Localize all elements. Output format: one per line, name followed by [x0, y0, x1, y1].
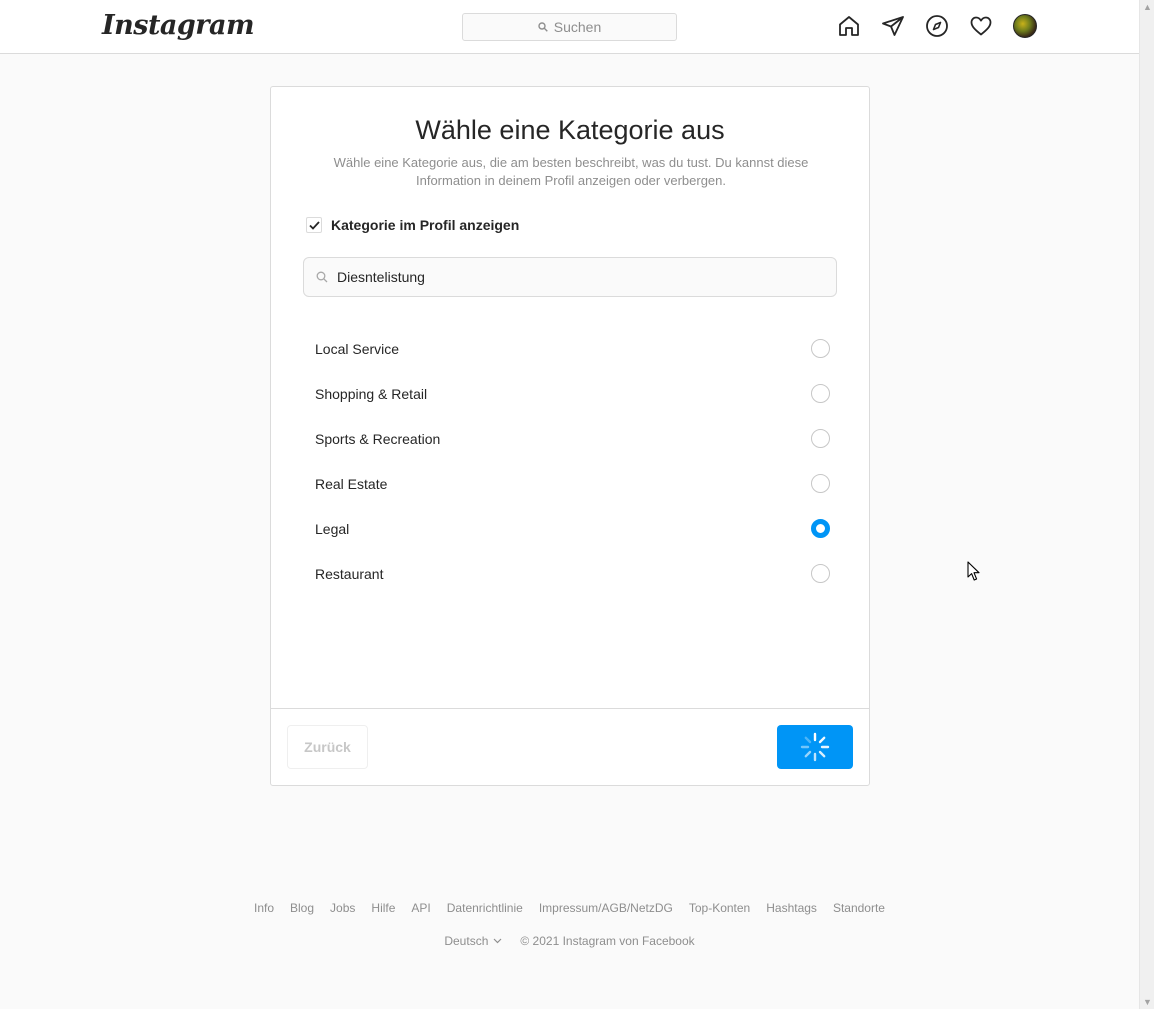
- explore-compass-icon[interactable]: [925, 14, 949, 38]
- category-option-local-service[interactable]: Local Service: [303, 326, 837, 371]
- card-footer: Zurück: [271, 708, 869, 785]
- mouse-pointer-icon: [967, 561, 980, 581]
- category-option-restaurant[interactable]: Restaurant: [303, 551, 837, 596]
- search-icon: [538, 22, 548, 32]
- search-placeholder: Suchen: [553, 19, 602, 35]
- footer-link-hilfe[interactable]: Hilfe: [371, 901, 395, 915]
- language-selector[interactable]: Deutsch: [444, 934, 502, 948]
- footer-link-datenrichtlinie[interactable]: Datenrichtlinie: [447, 901, 523, 915]
- back-button[interactable]: Zurück: [287, 725, 368, 769]
- option-label: Sports & Recreation: [315, 430, 441, 447]
- footer-link-blog[interactable]: Blog: [290, 901, 314, 915]
- footer-link-top-konten[interactable]: Top-Konten: [689, 901, 750, 915]
- option-label: Legal: [315, 520, 350, 537]
- show-category-checkbox[interactable]: [306, 217, 322, 233]
- category-option-legal[interactable]: Legal: [303, 506, 837, 551]
- footer-link-info[interactable]: Info: [254, 901, 274, 915]
- loading-spinner-icon: [800, 732, 830, 762]
- language-label: Deutsch: [444, 934, 489, 948]
- next-button-loading[interactable]: [777, 725, 853, 769]
- option-label: Real Estate: [315, 475, 388, 492]
- search-icon: [316, 271, 328, 283]
- show-category-label: Kategorie im Profil anzeigen: [331, 217, 520, 233]
- footer-link-jobs[interactable]: Jobs: [330, 901, 355, 915]
- direct-message-icon[interactable]: [881, 14, 905, 38]
- footer-link-impressum[interactable]: Impressum/AGB/NetzDG: [539, 901, 673, 915]
- footer-meta: Deutsch © 2021 Instagram von Facebook: [0, 934, 1139, 948]
- home-icon[interactable]: [837, 14, 861, 38]
- radio-button[interactable]: [811, 429, 830, 448]
- card-title: Wähle eine Kategorie aus: [415, 115, 725, 145]
- footer-link-api[interactable]: API: [411, 901, 430, 915]
- category-search-field[interactable]: [303, 257, 837, 297]
- vertical-scrollbar[interactable]: ▲ ▼: [1139, 0, 1154, 1009]
- instagram-logo[interactable]: Instagram: [102, 10, 255, 41]
- search-input[interactable]: Suchen: [462, 13, 677, 41]
- category-selection-card: Wähle eine Kategorie aus Wähle eine Kate…: [270, 86, 870, 786]
- show-category-toggle[interactable]: Kategorie im Profil anzeigen: [306, 217, 519, 233]
- scroll-up-icon[interactable]: ▲: [1143, 2, 1152, 12]
- radio-button[interactable]: [811, 339, 830, 358]
- heart-icon[interactable]: [969, 14, 993, 38]
- radio-button[interactable]: [811, 564, 830, 583]
- footer-links: Info Blog Jobs Hilfe API Datenrichtlinie…: [0, 901, 1139, 915]
- category-search-input[interactable]: [337, 269, 817, 285]
- nav-icons: [837, 14, 1037, 38]
- profile-avatar[interactable]: [1013, 14, 1037, 38]
- card-description: Wähle eine Kategorie aus, die am besten …: [333, 155, 809, 188]
- radio-button-selected[interactable]: [811, 519, 830, 538]
- option-label: Restaurant: [315, 565, 384, 582]
- scroll-down-icon[interactable]: ▼: [1143, 997, 1152, 1007]
- radio-button[interactable]: [811, 474, 830, 493]
- option-label: Shopping & Retail: [315, 385, 428, 402]
- category-option-shopping-retail[interactable]: Shopping & Retail: [303, 371, 837, 416]
- copyright-text: © 2021 Instagram von Facebook: [520, 934, 695, 948]
- category-options-list: Local Service Shopping & Retail Sports &…: [303, 326, 837, 596]
- footer-link-standorte[interactable]: Standorte: [833, 901, 885, 915]
- top-navigation-bar: Instagram Suchen: [0, 0, 1139, 54]
- chevron-down-icon: [493, 938, 502, 944]
- option-label: Local Service: [315, 340, 400, 357]
- category-option-sports-recreation[interactable]: Sports & Recreation: [303, 416, 837, 461]
- checkmark-icon: [308, 220, 320, 230]
- footer-link-hashtags[interactable]: Hashtags: [766, 901, 817, 915]
- radio-button[interactable]: [811, 384, 830, 403]
- category-option-real-estate[interactable]: Real Estate: [303, 461, 837, 506]
